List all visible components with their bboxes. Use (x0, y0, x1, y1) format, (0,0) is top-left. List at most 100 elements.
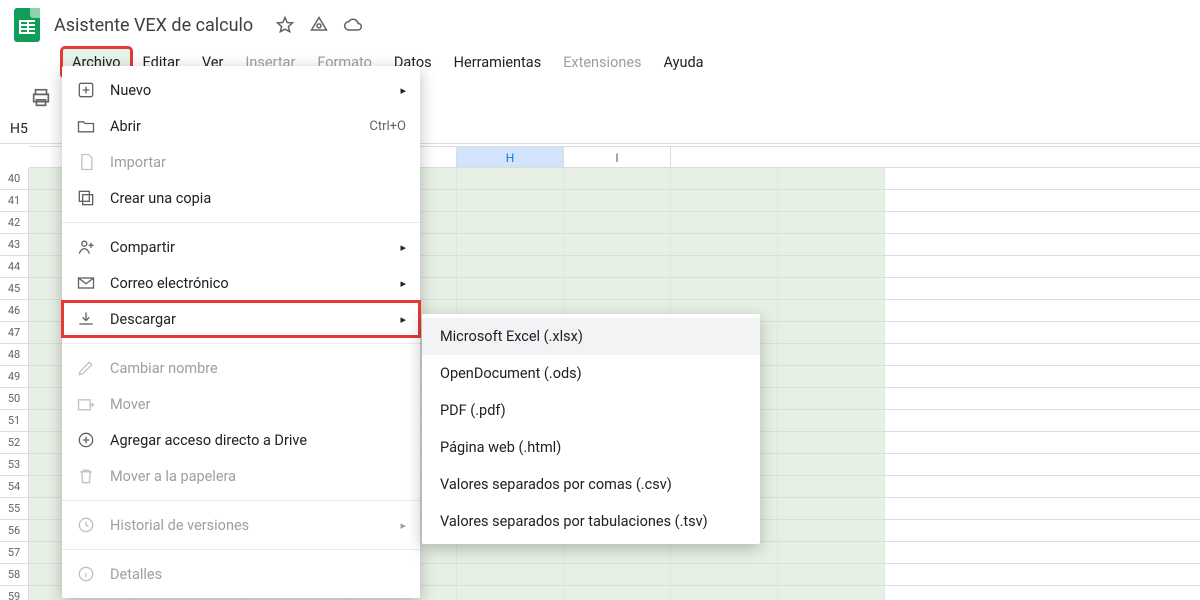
cell[interactable] (778, 322, 885, 343)
row-header[interactable]: 42 (0, 212, 29, 233)
chevron-right-icon: ▸ (400, 519, 406, 532)
cell[interactable] (457, 234, 564, 255)
menu-herramientas[interactable]: Herramientas (444, 48, 552, 77)
row-header[interactable]: 45 (0, 278, 29, 299)
menu-ayuda[interactable]: Ayuda (654, 48, 714, 77)
document-title[interactable]: Asistente VEX de calculo (54, 15, 253, 36)
cell[interactable] (671, 256, 778, 277)
download-xlsx[interactable]: Microsoft Excel (.xlsx) (422, 318, 760, 355)
row-header[interactable]: 56 (0, 520, 29, 541)
row-header[interactable]: 41 (0, 190, 29, 211)
cell[interactable] (671, 234, 778, 255)
menu-item-label: Nuevo (110, 82, 151, 99)
cell[interactable] (457, 564, 564, 585)
name-box[interactable]: H5 (4, 119, 34, 139)
cell[interactable] (671, 168, 778, 189)
cell[interactable] (778, 366, 885, 387)
cell[interactable] (564, 542, 671, 563)
cell[interactable] (778, 234, 885, 255)
cell[interactable] (564, 168, 671, 189)
archivo-nuevo[interactable]: Nuevo▸ (62, 72, 420, 108)
row-header[interactable]: 43 (0, 234, 29, 255)
menu-extensiones[interactable]: Extensiones (553, 48, 651, 77)
archivo-shortcut[interactable]: Agregar acceso directo a Drive (62, 422, 420, 458)
row-header[interactable]: 53 (0, 454, 29, 475)
cell[interactable] (671, 212, 778, 233)
cell[interactable] (671, 586, 778, 600)
cell[interactable] (778, 476, 885, 497)
cell[interactable] (778, 542, 885, 563)
cell[interactable] (778, 520, 885, 541)
archivo-compartir[interactable]: Compartir ▸ (62, 229, 420, 265)
menu-item-label: Correo electrónico (110, 275, 229, 292)
cell[interactable] (778, 564, 885, 585)
star-icon[interactable] (275, 15, 295, 35)
cell[interactable] (457, 278, 564, 299)
cell[interactable] (457, 542, 564, 563)
cell[interactable] (778, 344, 885, 365)
cell[interactable] (671, 542, 778, 563)
cell[interactable] (778, 388, 885, 409)
cell[interactable] (564, 278, 671, 299)
cell[interactable] (778, 454, 885, 475)
row-header[interactable]: 51 (0, 410, 29, 431)
cell[interactable] (778, 168, 885, 189)
cell[interactable] (778, 278, 885, 299)
row-header[interactable]: 47 (0, 322, 29, 343)
cell[interactable] (671, 190, 778, 211)
download-ods[interactable]: OpenDocument (.ods) (422, 355, 760, 392)
row-header[interactable]: 48 (0, 344, 29, 365)
cell[interactable] (564, 586, 671, 600)
row-header[interactable]: 59 (0, 586, 29, 600)
cell[interactable] (564, 234, 671, 255)
row-header[interactable]: 54 (0, 476, 29, 497)
cell[interactable] (778, 586, 885, 600)
menu-separator (62, 500, 420, 501)
cell[interactable] (778, 432, 885, 453)
row-header[interactable]: 46 (0, 300, 29, 321)
download-html[interactable]: Página web (.html) (422, 429, 760, 466)
row-header[interactable]: 52 (0, 432, 29, 453)
cell[interactable] (778, 190, 885, 211)
cell[interactable] (457, 586, 564, 600)
row-header[interactable]: 58 (0, 564, 29, 585)
chevron-right-icon: ▸ (400, 313, 406, 326)
cell[interactable] (778, 410, 885, 431)
cell[interactable] (457, 212, 564, 233)
download-csv[interactable]: Valores separados por comas (.csv) (422, 466, 760, 503)
menu-item-label: Mover (110, 396, 150, 413)
move-to-drive-icon[interactable] (309, 15, 329, 35)
cell[interactable] (457, 168, 564, 189)
archivo-correo[interactable]: Correo electrónico▸ (62, 265, 420, 301)
cell[interactable] (457, 190, 564, 211)
row-header[interactable]: 49 (0, 366, 29, 387)
archivo-copia[interactable]: Crear una copia (62, 180, 420, 216)
cell[interactable] (671, 278, 778, 299)
cell[interactable] (778, 256, 885, 277)
cell[interactable] (564, 212, 671, 233)
cell[interactable] (778, 498, 885, 519)
column-header[interactable]: I (564, 147, 671, 167)
cell[interactable] (778, 212, 885, 233)
menu-item-label: Importar (110, 154, 166, 171)
archivo-abrir[interactable]: AbrirCtrl+O (62, 108, 420, 144)
download-tsv[interactable]: Valores separados por tabulaciones (.tsv… (422, 503, 760, 540)
row-header[interactable]: 44 (0, 256, 29, 277)
cloud-status-icon[interactable] (343, 15, 363, 35)
print-icon[interactable] (30, 87, 52, 109)
download-pdf[interactable]: PDF (.pdf) (422, 392, 760, 429)
row-header[interactable]: 57 (0, 542, 29, 563)
cell[interactable] (564, 190, 671, 211)
cell[interactable] (564, 256, 671, 277)
menu-item-label: Compartir (110, 239, 175, 256)
chevron-right-icon: ▸ (400, 241, 406, 254)
cell[interactable] (671, 564, 778, 585)
cell[interactable] (778, 300, 885, 321)
column-header[interactable]: H (457, 147, 564, 167)
archivo-descargar[interactable]: Descargar▸ (62, 301, 420, 337)
row-header[interactable]: 55 (0, 498, 29, 519)
cell[interactable] (457, 256, 564, 277)
row-header[interactable]: 40 (0, 168, 29, 189)
row-header[interactable]: 50 (0, 388, 29, 409)
cell[interactable] (564, 564, 671, 585)
